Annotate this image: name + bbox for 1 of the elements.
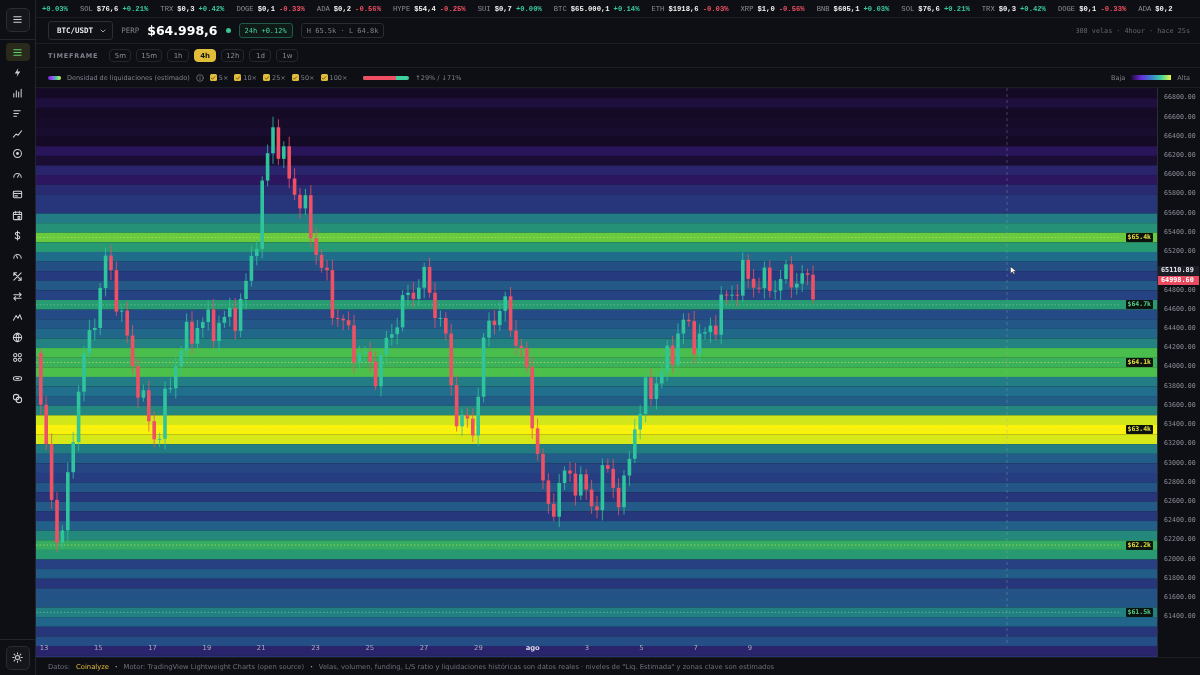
price-display: $64.998,6 <box>147 23 218 38</box>
